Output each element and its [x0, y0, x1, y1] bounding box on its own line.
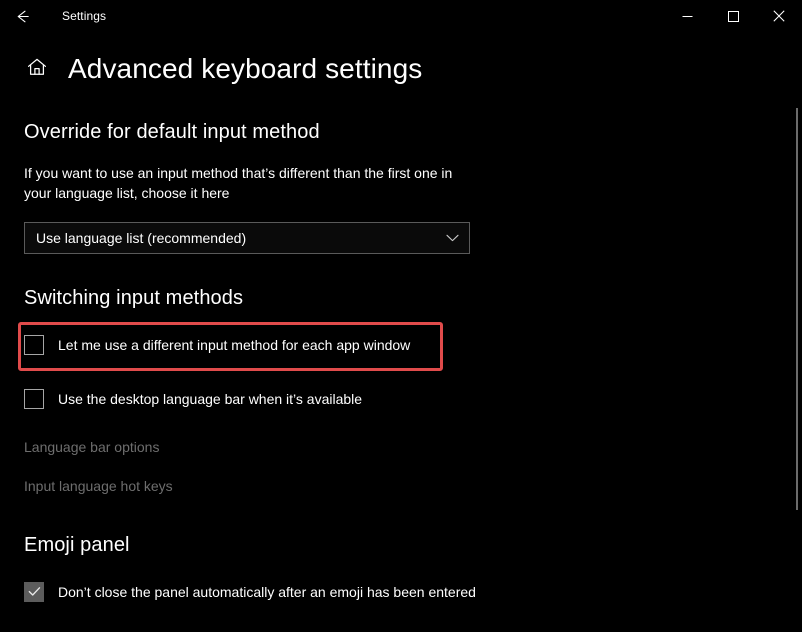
checkbox-row-dont-close[interactable]: Don’t close the panel automatically afte… — [24, 581, 802, 602]
minimize-icon — [682, 11, 693, 22]
page-title: Advanced keyboard settings — [68, 53, 423, 84]
maximize-icon — [727, 10, 739, 22]
checkbox-label-app-window: Let me use a different input method for … — [58, 336, 411, 353]
checkbox-row-app-window[interactable]: Let me use a different input method for … — [24, 334, 802, 355]
checkbox-label-dont-close: Don’t close the panel automatically afte… — [58, 583, 476, 600]
home-button[interactable] — [24, 56, 50, 82]
language-bar-options-link[interactable]: Language bar options — [24, 439, 802, 457]
switching-section-heading: Switching input methods — [24, 286, 244, 309]
close-icon — [773, 10, 785, 22]
chevron-down-icon — [446, 229, 459, 247]
dropdown-selected-value: Use language list (recommended) — [36, 229, 247, 246]
back-button[interactable] — [0, 0, 44, 32]
close-button[interactable] — [756, 0, 802, 32]
language-bar-options-label: Language bar options — [24, 438, 160, 455]
checkbox-app-window[interactable] — [24, 334, 44, 355]
maximize-button[interactable] — [710, 0, 756, 32]
scrollbar-thumb[interactable] — [796, 108, 798, 510]
input-language-hot-keys-label: Input language hot keys — [24, 477, 173, 494]
title-bar: Settings — [0, 0, 802, 32]
input-language-hot-keys-link[interactable]: Input language hot keys — [24, 478, 802, 496]
page-header: Advanced keyboard settings — [0, 55, 802, 83]
default-input-method-dropdown[interactable]: Use language list (recommended) — [24, 221, 470, 254]
checkbox-language-bar[interactable] — [24, 388, 44, 409]
window-controls — [664, 0, 802, 32]
app-title: Settings — [62, 9, 107, 23]
checkbox-label-language-bar: Use the desktop language bar when it’s a… — [58, 390, 363, 407]
override-section-description: If you want to use an input method that’… — [24, 165, 453, 202]
emoji-section-heading: Emoji panel — [24, 533, 130, 556]
emoji-section: Emoji panel Don’t close the panel automa… — [24, 534, 802, 602]
home-icon — [26, 56, 48, 83]
override-section-heading: Override for default input method — [24, 121, 320, 143]
minimize-button[interactable] — [664, 0, 710, 32]
override-section: Override for default input method If you… — [24, 121, 802, 254]
checkbox-dont-close[interactable] — [24, 581, 44, 602]
switching-section: Switching input methods Let me use a dif… — [24, 287, 802, 496]
vertical-scrollbar[interactable] — [792, 36, 798, 632]
checkbox-row-language-bar[interactable]: Use the desktop language bar when it’s a… — [24, 388, 802, 409]
back-arrow-icon — [14, 8, 31, 25]
settings-content: Override for default input method If you… — [0, 121, 802, 602]
